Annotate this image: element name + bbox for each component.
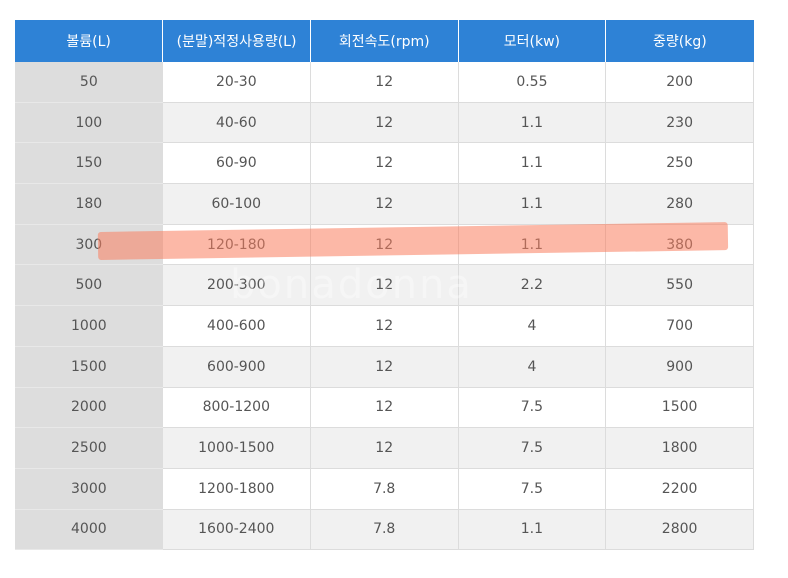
motor-cell: 7.5 [458,387,607,429]
weight-cell: 230 [605,102,754,144]
volume-cell: 4000 [15,509,163,551]
motor-cell: 1.1 [458,142,607,185]
usage-cell: 120-180 [162,224,311,266]
rpm-cell: 12 [310,305,459,347]
volume-cell: 50 [15,62,163,103]
rpm-cell: 12 [310,102,459,144]
usage-cell: 200-300 [162,264,311,307]
weight-cell: 550 [605,264,754,307]
weight-cell: 1500 [605,387,754,429]
table-row: 2500 1000-1500 12 7.5 1800 [15,427,754,469]
table-row: 100 40-60 12 1.1 230 [15,102,754,144]
usage-cell: 600-900 [162,346,311,388]
usage-cell: 60-100 [162,183,311,225]
volume-cell: 3000 [15,468,163,510]
weight-cell: 280 [605,183,754,225]
rpm-cell: 12 [310,346,459,388]
motor-cell: 7.5 [458,468,607,510]
usage-cell: 20-30 [162,62,311,103]
rpm-cell: 7.8 [310,468,459,510]
header-motor: 모터(kw) [458,20,607,62]
volume-cell: 2500 [15,427,163,469]
weight-cell: 900 [605,346,754,388]
table-row: 50 20-30 12 0.55 200 [15,62,754,103]
usage-cell: 60-90 [162,142,311,185]
weight-cell: 200 [605,62,754,103]
rpm-cell: 12 [310,142,459,185]
usage-cell: 1200-1800 [162,468,311,510]
weight-cell: 250 [605,142,754,185]
weight-cell: 2200 [605,468,754,510]
motor-cell: 1.1 [458,224,607,266]
usage-cell: 1600-2400 [162,509,311,551]
rpm-cell: 7.8 [310,509,459,551]
volume-cell: 1500 [15,346,163,388]
header-row: 볼륨(L) (분말)적정사용량(L) 회전속도(rpm) 모터(kw) 중량(k… [15,20,754,62]
motor-cell: 4 [458,305,607,347]
volume-cell: 1000 [15,305,163,347]
table-row: 2000 800-1200 12 7.5 1500 [15,387,754,429]
table-row: 1000 400-600 12 4 700 [15,305,754,347]
rpm-cell: 12 [310,387,459,429]
table-row: 300 120-180 12 1.1 380 [15,224,754,266]
table-row: 1500 600-900 12 4 900 [15,346,754,388]
weight-cell: 1800 [605,427,754,469]
volume-cell: 150 [15,142,163,185]
table-row: 4000 1600-2400 7.8 1.1 2800 [15,509,754,551]
volume-cell: 100 [15,102,163,144]
volume-cell: 2000 [15,387,163,429]
weight-cell: 700 [605,305,754,347]
header-usage: (분말)적정사용량(L) [162,20,311,62]
usage-cell: 1000-1500 [162,427,311,469]
volume-cell: 300 [15,224,163,266]
usage-cell: 400-600 [162,305,311,347]
motor-cell: 2.2 [458,264,607,307]
table-row: 180 60-100 12 1.1 280 [15,183,754,225]
header-volume: 볼륨(L) [15,20,164,62]
table-row: 500 200-300 12 2.2 550 [15,264,754,307]
usage-cell: 40-60 [162,102,311,144]
header-weight: 중량(kg) [605,20,754,62]
rpm-cell: 12 [310,183,459,225]
motor-cell: 4 [458,346,607,388]
usage-cell: 800-1200 [162,387,311,429]
rpm-cell: 12 [310,264,459,307]
table-row: 150 60-90 12 1.1 250 [15,142,754,185]
motor-cell: 7.5 [458,427,607,469]
header-rpm: 회전속도(rpm) [310,20,459,62]
spec-table: 볼륨(L) (분말)적정사용량(L) 회전속도(rpm) 모터(kw) 중량(k… [15,20,754,551]
volume-cell: 180 [15,183,163,225]
weight-cell: 380 [605,224,754,266]
table-header: 볼륨(L) (분말)적정사용량(L) 회전속도(rpm) 모터(kw) 중량(k… [15,20,754,62]
rpm-cell: 12 [310,427,459,469]
table-row: 3000 1200-1800 7.8 7.5 2200 [15,468,754,510]
motor-cell: 1.1 [458,509,607,551]
motor-cell: 1.1 [458,183,607,225]
rpm-cell: 12 [310,62,459,103]
weight-cell: 2800 [605,509,754,551]
motor-cell: 1.1 [458,102,607,144]
motor-cell: 0.55 [458,62,607,103]
rpm-cell: 12 [310,224,459,266]
table-body: 50 20-30 12 0.55 200 100 40-60 12 1.1 230 150 60-90… [15,62,754,551]
volume-cell: 500 [15,264,163,307]
